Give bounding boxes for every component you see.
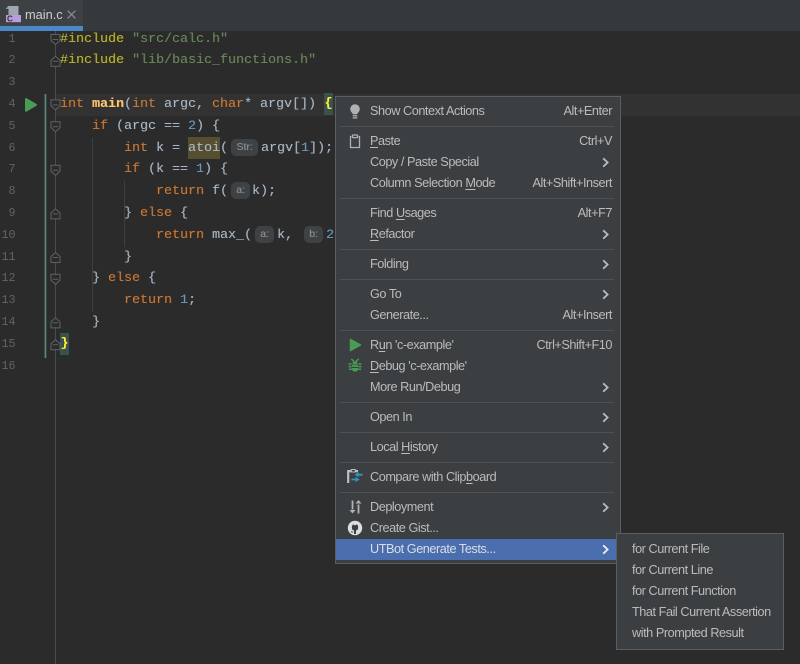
- svg-text:C: C: [7, 15, 13, 24]
